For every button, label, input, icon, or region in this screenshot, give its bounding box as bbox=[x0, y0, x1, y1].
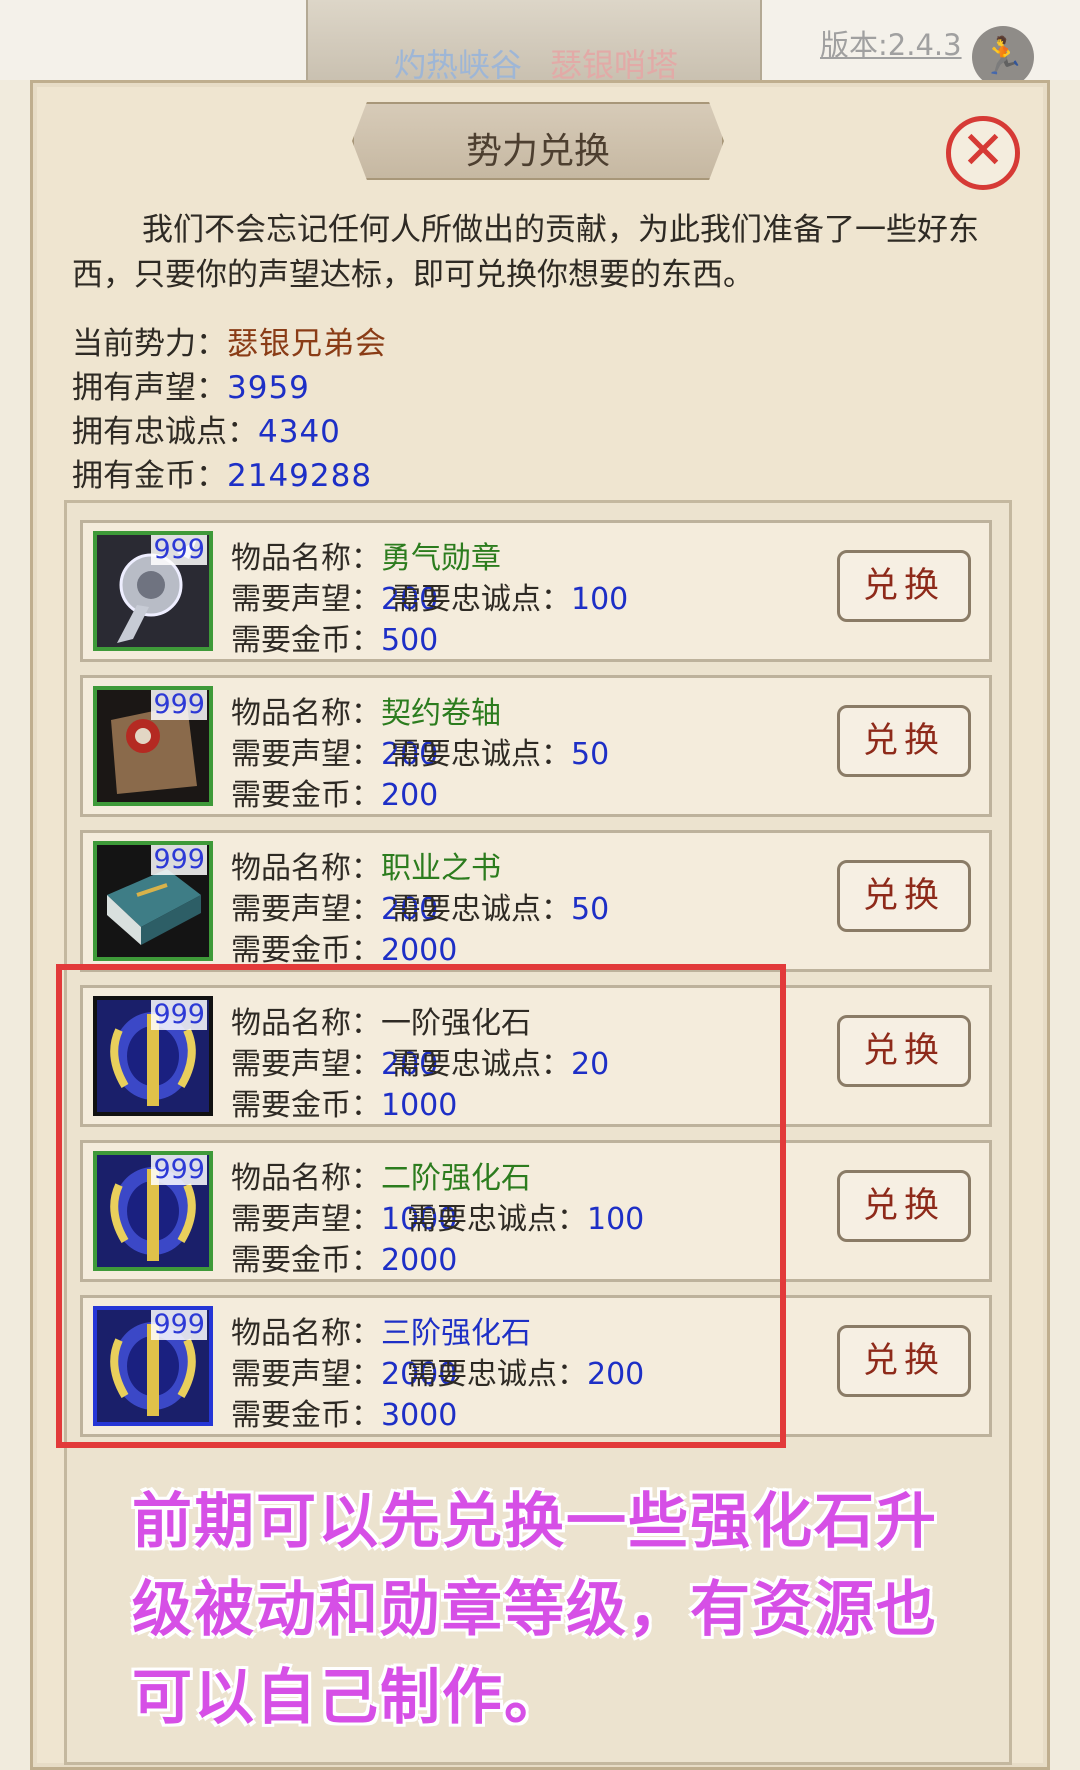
item-loyal-label: 需要忠诚点： bbox=[391, 892, 571, 927]
loyalty-label: 拥有忠诚点： bbox=[72, 414, 258, 450]
intro-text: 我们不会忘记任何人所做出的贡献，为此我们准备了一些好东西，只要你的声望达标，即可… bbox=[72, 212, 979, 293]
item-count: 999 bbox=[151, 844, 207, 875]
gold-label: 拥有金币： bbox=[72, 458, 227, 494]
reputation-row: 拥有声望：3959 bbox=[72, 362, 310, 407]
reputation-label: 拥有声望： bbox=[72, 370, 227, 406]
item-name: 勇气勋章 bbox=[381, 541, 501, 576]
faction-label: 当前势力： bbox=[72, 326, 227, 362]
exchange-button[interactable]: 兑换 bbox=[837, 1015, 971, 1087]
map-tab-bar bbox=[306, 0, 762, 84]
exchange-button[interactable]: 兑换 bbox=[837, 1325, 971, 1397]
exchange-button[interactable]: 兑换 bbox=[837, 1170, 971, 1242]
item-loyal-value: 50 bbox=[571, 892, 610, 927]
faction-value: 瑟银兄弟会 bbox=[227, 326, 387, 362]
item-name-line: 物品名称：职业之书 bbox=[231, 843, 501, 887]
item-rep-label: 需要声望： bbox=[231, 892, 381, 927]
item-name-line: 物品名称：勇气勋章 bbox=[231, 533, 501, 577]
item-loyal-value: 100 bbox=[571, 582, 629, 617]
reputation-value: 3959 bbox=[227, 370, 310, 406]
item-loyal-value: 50 bbox=[571, 737, 610, 772]
item-name-label: 物品名称： bbox=[231, 851, 381, 886]
item-count: 999 bbox=[151, 689, 207, 720]
item-loyal-line: 需要忠诚点：50 bbox=[391, 729, 609, 773]
item-name: 契约卷轴 bbox=[381, 696, 501, 731]
item-rep-label: 需要声望： bbox=[231, 582, 381, 617]
running-man-icon[interactable]: 🏃 bbox=[972, 26, 1034, 88]
item-gold-line: 需要金币：200 bbox=[231, 770, 438, 814]
close-icon[interactable]: ✕ bbox=[946, 116, 1020, 190]
item-gold-value: 500 bbox=[381, 623, 439, 658]
exchange-item-row: 999 物品名称：契约卷轴 需要声望：200 需要忠诚点：50 需要金币：200 兑换 bbox=[80, 675, 992, 817]
item-gold-line: 需要金币：500 bbox=[231, 615, 438, 659]
item-loyal-label: 需要忠诚点： bbox=[391, 737, 571, 772]
item-gold-label: 需要金币： bbox=[231, 623, 381, 658]
item-loyal-line: 需要忠诚点：50 bbox=[391, 884, 609, 928]
item-icon-slot[interactable]: 999 bbox=[93, 686, 213, 806]
item-loyal-line: 需要忠诚点：100 bbox=[391, 574, 628, 618]
loyalty-value: 4340 bbox=[258, 414, 341, 450]
item-count: 999 bbox=[151, 534, 207, 565]
loyalty-row: 拥有忠诚点：4340 bbox=[72, 406, 341, 451]
exchange-button[interactable]: 兑换 bbox=[837, 550, 971, 622]
item-name-label: 物品名称： bbox=[231, 696, 381, 731]
item-gold-value: 2000 bbox=[381, 933, 458, 968]
item-name-label: 物品名称： bbox=[231, 541, 381, 576]
item-gold-line: 需要金币：2000 bbox=[231, 925, 457, 969]
item-gold-value: 200 bbox=[381, 778, 439, 813]
exchange-item-row: 999 物品名称：勇气勋章 需要声望：200 需要忠诚点：100 需要金币：500 兑换 bbox=[80, 520, 992, 662]
item-rep-label: 需要声望： bbox=[231, 737, 381, 772]
annotation-note: 前期可以先兑换一些强化石升级被动和勋章等级，有资源也可以自己制作。 bbox=[132, 1487, 938, 1733]
exchange-item-row: 999 物品名称：职业之书 需要声望：200 需要忠诚点：50 需要金币：2000 兑换 bbox=[80, 830, 992, 972]
exchange-button[interactable]: 兑换 bbox=[837, 860, 971, 932]
item-name-line: 物品名称：契约卷轴 bbox=[231, 688, 501, 732]
item-name: 职业之书 bbox=[381, 851, 501, 886]
item-icon-slot[interactable]: 999 bbox=[93, 531, 213, 651]
gold-row: 拥有金币：2149288 bbox=[72, 450, 372, 495]
dialog-title: 势力兑换 bbox=[465, 131, 610, 172]
gold-value: 2149288 bbox=[227, 458, 373, 494]
item-gold-label: 需要金币： bbox=[231, 778, 381, 813]
exchange-button[interactable]: 兑换 bbox=[837, 705, 971, 777]
item-icon-slot[interactable]: 999 bbox=[93, 841, 213, 961]
version-link[interactable]: 版本:2.4.3 bbox=[820, 22, 962, 64]
highlight-box bbox=[56, 964, 786, 1448]
item-loyal-label: 需要忠诚点： bbox=[391, 582, 571, 617]
faction-row: 当前势力：瑟银兄弟会 bbox=[72, 318, 387, 363]
item-gold-label: 需要金币： bbox=[231, 933, 381, 968]
